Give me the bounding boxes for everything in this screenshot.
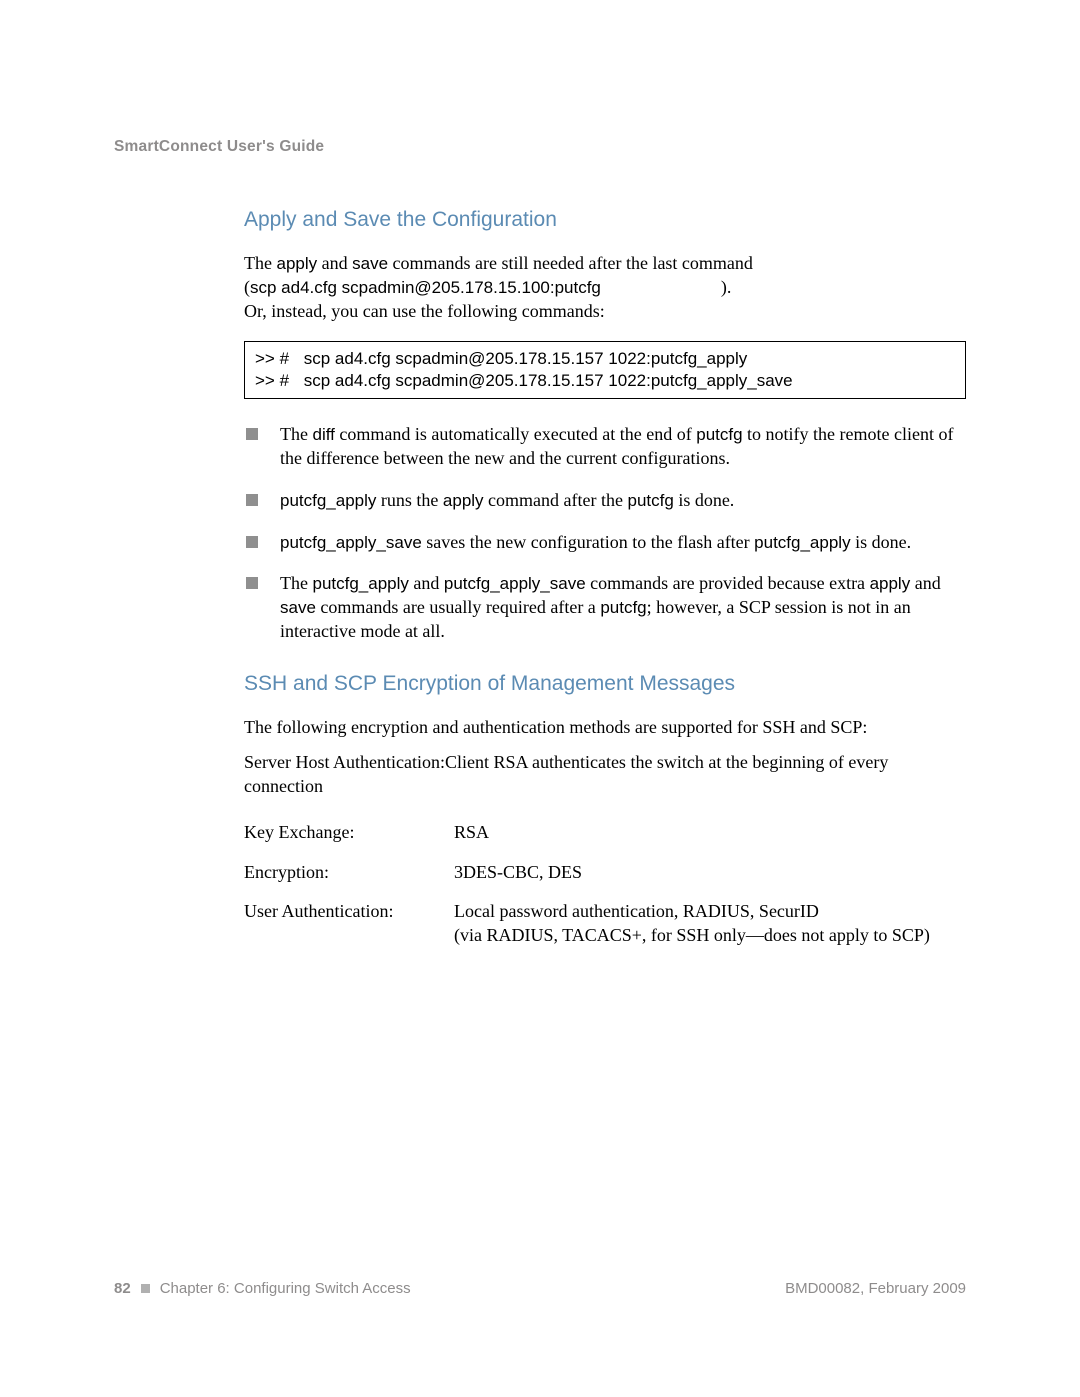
def-label: User Authentication: xyxy=(244,900,454,948)
code-putcfg-apply-save: putcfg_apply_save xyxy=(444,574,586,593)
page-number: 82 xyxy=(114,1280,131,1297)
def-row-encryption: Encryption: 3DES-CBC, DES xyxy=(244,861,966,885)
text: and xyxy=(910,573,941,593)
server-host-auth: Server Host Authentication:Client RSA au… xyxy=(244,751,966,799)
code-scp-cmd: scp ad4.cfg scpadmin@205.178.15.100:putc… xyxy=(250,278,601,297)
code-save: save xyxy=(352,254,388,273)
code-line-2: scp ad4.cfg scpadmin@205.178.15.157 1022… xyxy=(304,371,793,390)
list-item: The putcfg_apply and putcfg_apply_save c… xyxy=(244,572,966,643)
text: The xyxy=(280,424,312,444)
heading-ssh-scp: SSH and SCP Encryption of Management Mes… xyxy=(244,672,966,696)
text: commands are usually required after a xyxy=(316,597,600,617)
code-putcfg: putcfg xyxy=(600,598,646,617)
text: Local password authentication, RADIUS, S… xyxy=(454,901,819,921)
code-block: >> # scp ad4.cfg scpadmin@205.178.15.157… xyxy=(244,341,966,399)
code-apply: apply xyxy=(443,491,484,510)
code-line-1: scp ad4.cfg scpadmin@205.178.15.157 1022… xyxy=(304,349,748,368)
code-apply: apply xyxy=(870,574,911,593)
text: is done. xyxy=(851,532,912,552)
page-footer: 82 Chapter 6: Configuring Switch Access … xyxy=(114,1280,966,1297)
text: command is automatically executed at the… xyxy=(335,424,696,444)
list-item: putcfg_apply runs the apply command afte… xyxy=(244,489,966,513)
code-putcfg-apply: putcfg_apply xyxy=(312,574,408,593)
def-label: Encryption: xyxy=(244,861,454,885)
text: ). xyxy=(721,277,732,297)
code-diff: diff xyxy=(312,425,334,444)
text: The xyxy=(280,573,312,593)
def-value: 3DES-CBC, DES xyxy=(454,861,966,885)
prompt: >> # xyxy=(255,348,299,370)
intro-paragraph: The apply and save commands are still ne… xyxy=(244,252,966,323)
definition-list: Key Exchange: RSA Encryption: 3DES-CBC, … xyxy=(244,821,966,948)
code-putcfg: putcfg xyxy=(696,425,742,444)
heading-apply-save: Apply and Save the Configuration xyxy=(244,208,966,232)
text: command after the xyxy=(484,490,628,510)
code-putcfg: putcfg xyxy=(628,491,674,510)
def-row-user-auth: User Authentication: Local password auth… xyxy=(244,900,966,948)
text: commands are still needed after the last… xyxy=(388,253,753,273)
text: runs the xyxy=(376,490,443,510)
page: SmartConnect User's Guide Apply and Save… xyxy=(0,0,1080,1397)
text: and xyxy=(317,253,352,273)
code-putcfg-apply-save: putcfg_apply_save xyxy=(280,533,422,552)
list-item: The diff command is automatically execut… xyxy=(244,423,966,471)
bullet-list: The diff command is automatically execut… xyxy=(244,423,966,643)
ssh-intro: The following encryption and authenticat… xyxy=(244,716,966,740)
text: commands are provided because extra xyxy=(586,573,870,593)
running-header: SmartConnect User's Guide xyxy=(114,138,966,156)
chapter-label: Chapter 6: Configuring Switch Access xyxy=(160,1280,411,1297)
code-putcfg-apply: putcfg_apply xyxy=(754,533,850,552)
list-item: putcfg_apply_save saves the new configur… xyxy=(244,531,966,555)
prompt: >> # xyxy=(255,370,299,392)
footer-right: BMD00082, February 2009 xyxy=(785,1280,966,1297)
main-content: Apply and Save the Configuration The app… xyxy=(244,208,966,948)
text: and xyxy=(409,573,444,593)
text: is done. xyxy=(674,490,735,510)
text: saves the new configuration to the flash… xyxy=(422,532,754,552)
def-value: RSA xyxy=(454,821,966,845)
code-putcfg-apply: putcfg_apply xyxy=(280,491,376,510)
text: The xyxy=(244,253,276,273)
def-label: Key Exchange: xyxy=(244,821,454,845)
def-row-key-exchange: Key Exchange: RSA xyxy=(244,821,966,845)
footer-left: 82 Chapter 6: Configuring Switch Access xyxy=(114,1280,411,1297)
text: (via RADIUS, TACACS+, for SSH only—does … xyxy=(454,925,930,945)
square-icon xyxy=(141,1284,150,1293)
def-value: Local password authentication, RADIUS, S… xyxy=(454,900,966,948)
text: Or, instead, you can use the following c… xyxy=(244,301,605,321)
code-save: save xyxy=(280,598,316,617)
code-apply: apply xyxy=(276,254,317,273)
